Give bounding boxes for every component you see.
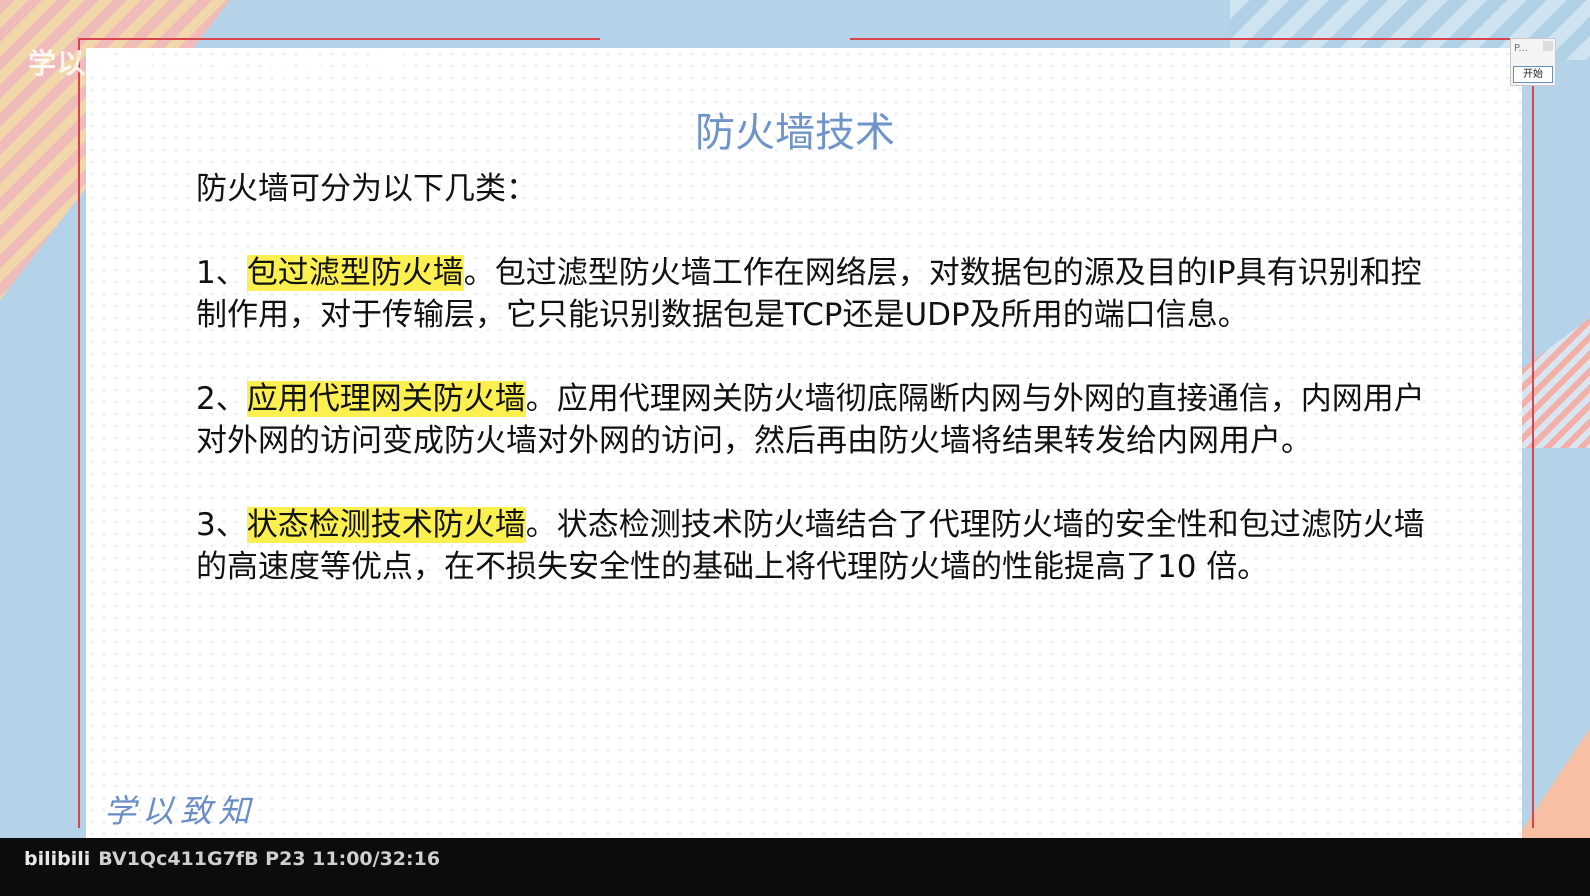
- highlighted-term: 状态检测技术防火墙: [246, 507, 526, 543]
- slide-body: 防火墙可分为以下几类： 1、包过滤型防火墙。包过滤型防火墙工作在网络层，对数据包…: [196, 168, 1426, 630]
- widget-label: P...: [1514, 43, 1529, 54]
- start-button[interactable]: 开始: [1513, 66, 1553, 83]
- list-item-number: 3、: [196, 507, 247, 543]
- list-item-number: 1、: [196, 255, 247, 291]
- slide-title: 防火墙技术: [695, 110, 895, 156]
- player-info: bilibili BV1Qc411G7fB P23 11:00/32:16: [24, 848, 440, 870]
- list-item-stateful-inspection: 3、状态检测技术防火墙。状态检测技术防火墙结合了代理防火墙的安全性和包过滤防火墙…: [196, 504, 1426, 588]
- highlighted-term: 应用代理网关防火墙: [246, 381, 526, 417]
- close-icon[interactable]: [1543, 41, 1553, 51]
- slide-intro: 防火墙可分为以下几类：: [196, 171, 537, 207]
- channel-watermark: 学以致知Learning bilibili: [28, 47, 408, 80]
- video-frame: 学以致知Learning bilibili 防火墙技术 防火墙可分为以下几类： …: [0, 0, 1590, 896]
- list-item-packet-filter: 1、包过滤型防火墙。包过滤型防火墙工作在网络层，对数据包的源及目的IP具有识别和…: [196, 252, 1426, 336]
- list-item-number: 2、: [196, 381, 247, 417]
- list-item-proxy-gateway: 2、应用代理网关防火墙。应用代理网关防火墙彻底隔断内网与外网的直接通信，内网用户…: [196, 378, 1426, 462]
- signature-logo: 学以致知: [104, 792, 257, 830]
- slide-border-gap: [600, 30, 850, 46]
- highlighted-term: 包过滤型防火墙: [246, 255, 464, 291]
- presentation-widget[interactable]: P... 开始: [1510, 38, 1556, 86]
- bilibili-logo: bilibili: [24, 848, 91, 870]
- video-id-and-time: BV1Qc411G7fB P23 11:00/32:16: [98, 848, 441, 870]
